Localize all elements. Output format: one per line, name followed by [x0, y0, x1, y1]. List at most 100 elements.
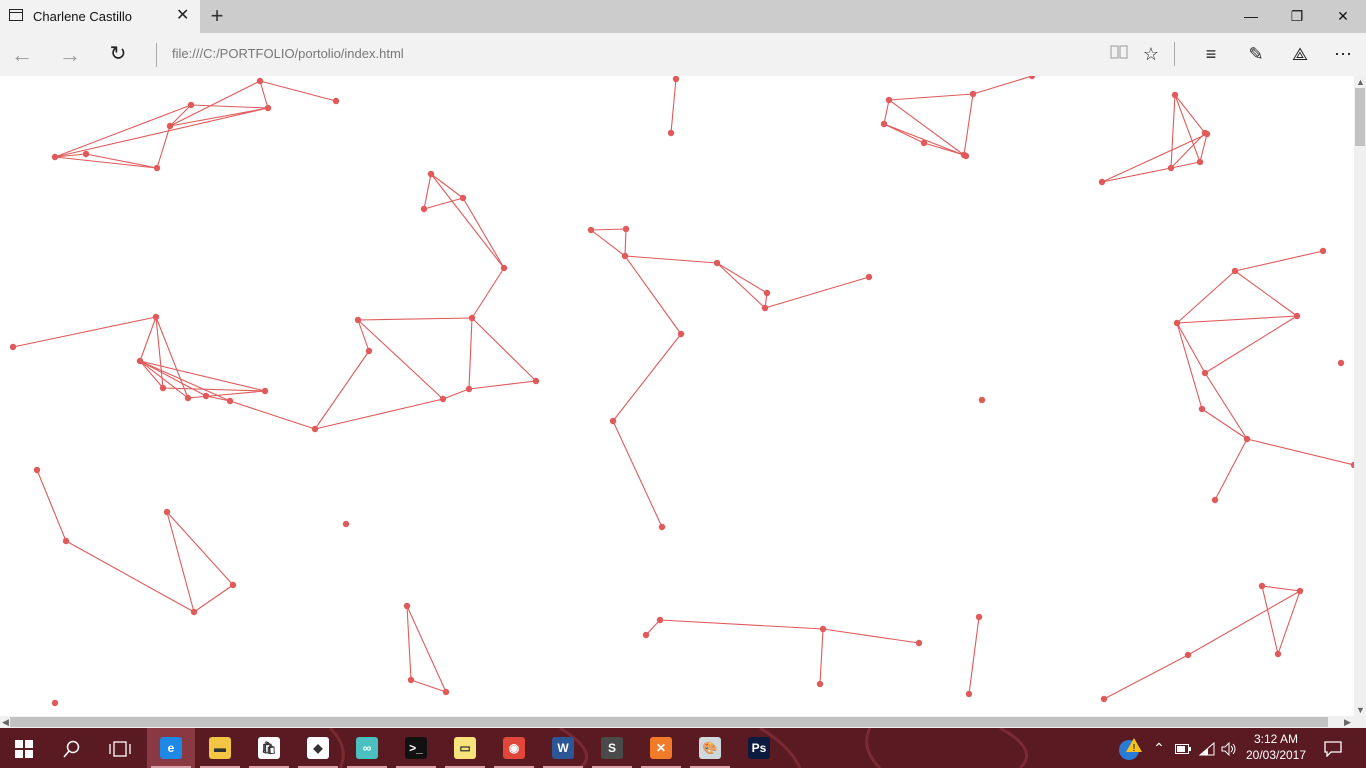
network-link — [963, 93, 974, 156]
new-tab-button[interactable]: + — [206, 3, 228, 29]
taskbar-app-paint[interactable]: 🎨 — [686, 728, 734, 768]
network-link — [1174, 94, 1201, 163]
network-node — [587, 226, 595, 234]
tab-close-icon[interactable]: ✕ — [176, 6, 189, 26]
network-node — [51, 699, 59, 707]
network-link — [190, 104, 269, 109]
network-node — [62, 537, 70, 545]
taskbar-app-photoshop[interactable]: Ps — [735, 728, 783, 768]
network-link — [468, 380, 537, 390]
network-node — [677, 330, 685, 338]
network-link — [612, 333, 682, 422]
network-link — [468, 317, 473, 390]
security-warning-icon[interactable]: ! — [1116, 728, 1144, 768]
page-icon — [9, 9, 23, 21]
network-link — [54, 104, 192, 158]
network-node — [342, 520, 350, 528]
taskbar-app-edge[interactable]: e — [147, 728, 195, 768]
network-link — [139, 360, 164, 389]
taskbar-app-chrome[interactable]: ◉ — [490, 728, 538, 768]
vertical-scroll-thumb[interactable] — [1355, 88, 1365, 146]
volume-icon[interactable] — [1218, 728, 1240, 768]
more-icon[interactable]: ⋯ — [1323, 33, 1363, 76]
network-node — [865, 273, 873, 281]
network-link — [1261, 585, 1301, 592]
network-link — [1103, 654, 1189, 700]
network-node — [920, 139, 928, 147]
network-node — [1100, 695, 1108, 703]
taskbar-app-cmd[interactable]: >_ — [392, 728, 440, 768]
network-node — [202, 392, 210, 400]
network-link — [1101, 167, 1172, 183]
url-field[interactable]: file:///C:/PORTFOLIO/portolio/index.html — [172, 46, 404, 61]
network-link — [1176, 315, 1298, 324]
xampp-icon: ✕ — [650, 737, 672, 759]
scroll-right-icon[interactable]: ▶ — [1344, 716, 1351, 728]
network-node — [332, 97, 340, 105]
horizontal-scroll-thumb[interactable] — [10, 717, 1328, 727]
network-link — [1176, 270, 1236, 324]
maximize-button[interactable]: ❐ — [1274, 0, 1320, 33]
particle-network-canvas[interactable] — [0, 76, 1354, 716]
network-link — [888, 93, 974, 101]
minimize-button[interactable]: — — [1228, 0, 1274, 33]
url-separator — [156, 43, 157, 67]
network-node — [1171, 91, 1179, 99]
web-note-icon[interactable]: ✎ — [1236, 33, 1276, 76]
paint-icon: 🎨 — [699, 737, 721, 759]
action-center-icon[interactable] — [1318, 728, 1348, 768]
hub-icon[interactable]: ≡ — [1191, 33, 1231, 76]
close-window-button[interactable]: ✕ — [1320, 0, 1366, 33]
taskbar-app-infinity[interactable]: ∞ — [343, 728, 391, 768]
taskbar-app-dropbox[interactable]: ◆ — [294, 728, 342, 768]
scroll-left-icon[interactable]: ◀ — [2, 716, 9, 728]
taskbar-app-sublime[interactable]: S — [588, 728, 636, 768]
wifi-icon[interactable] — [1196, 728, 1218, 768]
network-node — [962, 152, 970, 160]
edge-icon: e — [160, 737, 182, 759]
refresh-button[interactable]: ↻ — [98, 33, 138, 76]
active-tab[interactable]: Charlene Castillo ✕ — [0, 0, 200, 33]
clock-date: 20/03/2017 — [1245, 748, 1307, 762]
battery-icon[interactable] — [1172, 728, 1194, 768]
scroll-down-icon[interactable]: ▼ — [1356, 704, 1365, 716]
network-link — [442, 388, 470, 400]
scroll-up-icon[interactable]: ▲ — [1356, 76, 1365, 88]
network-node — [763, 289, 771, 297]
task-view-button[interactable] — [96, 728, 144, 768]
taskbar-app-xampp[interactable]: ✕ — [637, 728, 685, 768]
taskbar-app-file-explorer[interactable]: ▬ — [196, 728, 244, 768]
network-node — [187, 101, 195, 109]
network-node — [1293, 312, 1301, 320]
share-icon[interactable]: ⟁ — [1280, 33, 1320, 76]
search-button[interactable] — [48, 728, 96, 768]
system-clock[interactable]: 3:12 AM 20/03/2017 — [1238, 731, 1314, 763]
network-node — [880, 120, 888, 128]
taskbar-app-sticky-notes[interactable]: ▭ — [441, 728, 489, 768]
taskbar-app-word[interactable]: W — [539, 728, 587, 768]
network-node — [1274, 650, 1282, 658]
network-link — [716, 262, 768, 294]
network-node — [965, 690, 973, 698]
network-node — [975, 613, 983, 621]
network-link — [888, 99, 965, 156]
network-link — [169, 80, 261, 127]
network-link — [471, 317, 537, 382]
taskbar-app-store[interactable]: 🛍 — [245, 728, 293, 768]
vertical-scrollbar[interactable] — [1354, 76, 1366, 716]
network-link — [624, 255, 682, 335]
back-button[interactable]: ← — [2, 33, 42, 76]
favorite-icon[interactable]: ☆ — [1131, 33, 1171, 76]
infinity-icon: ∞ — [356, 737, 378, 759]
start-button[interactable] — [0, 728, 48, 768]
network-link — [229, 400, 316, 430]
show-hidden-icons-button[interactable]: ⌃ — [1148, 728, 1170, 768]
network-link — [1187, 590, 1301, 656]
network-link — [430, 173, 505, 269]
network-node — [816, 680, 824, 688]
network-link — [1174, 94, 1206, 134]
network-link — [205, 395, 231, 402]
network-link — [259, 80, 269, 109]
network-node — [500, 264, 508, 272]
forward-button[interactable]: → — [50, 33, 90, 76]
